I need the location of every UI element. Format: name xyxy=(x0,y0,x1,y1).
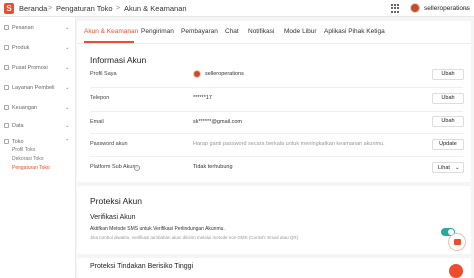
tab-chat[interactable]: Chat xyxy=(225,28,239,36)
sidebar-item-keuangan[interactable]: Keuangan ⌄ xyxy=(0,102,76,114)
row-label-password: Password akun xyxy=(90,141,128,147)
sidebar-item-label: Data xyxy=(12,123,24,129)
user-avatar[interactable] xyxy=(410,3,420,13)
tabs-divider xyxy=(77,43,471,44)
sidebar: Pesanan ⌄ Produk ⌄ Pusat Promosi ⌄ Layan… xyxy=(0,17,76,278)
row-value-sub-account: Tidak terhubung xyxy=(193,164,233,170)
chevron-down-icon: ⌄ xyxy=(65,123,70,129)
row-value-password-hint: Harap ganti password secara berkala untu… xyxy=(193,141,385,147)
row-value-email: sk******@gmail.com xyxy=(193,119,242,125)
sidebar-item-label: Produk xyxy=(12,45,30,51)
row-value-phone: ******17 xyxy=(193,95,212,101)
row-divider xyxy=(90,156,463,157)
data-icon xyxy=(4,123,9,128)
product-icon xyxy=(4,45,9,50)
sidebar-item-produk[interactable]: Produk ⌄ xyxy=(0,42,76,54)
edit-profile-button[interactable]: Ubah xyxy=(432,69,464,80)
sidebar-subitem-profil-toko[interactable]: Profil Toko xyxy=(12,147,35,154)
chevron-down-icon: ⌄ xyxy=(65,25,70,31)
customer-service-icon xyxy=(4,85,9,90)
sidebar-subitem-pengaturan-toko[interactable]: Pengaturan Toko xyxy=(12,165,50,172)
section-title-protection: Proteksi Akun xyxy=(90,196,142,206)
section-title-account-info: Informasi Akun xyxy=(90,55,147,65)
view-sub-account-label: Lihat xyxy=(438,165,450,171)
chat-icon xyxy=(454,239,461,245)
tab-notifikasi[interactable]: Notifikasi xyxy=(248,28,274,36)
row-value-profile: selleroperations xyxy=(205,71,244,77)
shop-icon xyxy=(4,139,9,144)
account-card: Akun & Keamanan Pengiriman Pembayaran Ch… xyxy=(77,21,471,182)
protection-card: Proteksi Akun Verifikasi Akun Aktifkan M… xyxy=(77,186,471,254)
sidebar-item-label: Pusat Promosi xyxy=(12,65,48,71)
chevron-up-icon: ⌃ xyxy=(65,139,70,145)
assistant-fab-button[interactable] xyxy=(449,264,463,278)
section-title-risk-protection: Proteksi Tindakan Berisiko Tinggi xyxy=(90,263,194,270)
chevron-down-icon: ⌄ xyxy=(455,165,460,171)
breadcrumb-shop-settings[interactable]: Pengaturan Toko xyxy=(56,4,113,13)
chevron-down-icon[interactable]: ⌄ xyxy=(463,4,469,13)
avatar xyxy=(193,70,201,78)
help-icon[interactable]: ? xyxy=(134,165,140,171)
update-password-button[interactable]: Update xyxy=(432,139,464,150)
view-sub-account-select[interactable]: Lihat ⌄ xyxy=(432,162,464,173)
row-divider xyxy=(90,111,463,112)
promotion-icon xyxy=(4,65,9,70)
chat-fab-button[interactable] xyxy=(448,233,466,251)
order-icon xyxy=(4,25,9,30)
row-label-profile: Profil Saya xyxy=(90,71,117,77)
sidebar-item-pusat-promosi[interactable]: Pusat Promosi ⌄ xyxy=(0,62,76,74)
row-divider xyxy=(90,87,463,88)
chevron-down-icon: ⌄ xyxy=(65,105,70,111)
breadcrumb-separator: > xyxy=(48,5,53,12)
sidebar-item-label: Pesanan xyxy=(12,25,34,31)
edit-phone-button[interactable]: Ubah xyxy=(432,93,464,104)
sidebar-item-layanan-pembeli[interactable]: Layanan Pembeli ⌄ xyxy=(0,82,76,94)
breadcrumb-separator: > xyxy=(116,5,121,12)
tab-aplikasi-pihak-ketiga[interactable]: Aplikasi Pihak Ketiga xyxy=(324,28,385,36)
row-label-phone: Telepon xyxy=(90,95,110,101)
verification-note: Jika tombol diwaktu, verifikasi tambahan… xyxy=(90,235,300,240)
tab-pembayaran[interactable]: Pembayaran xyxy=(181,28,218,36)
sidebar-item-label: Keuangan xyxy=(12,105,38,111)
risk-protection-card: Proteksi Tindakan Berisiko Tinggi xyxy=(77,258,471,278)
sidebar-item-pesanan[interactable]: Pesanan ⌄ xyxy=(0,22,76,34)
apps-grid-icon[interactable] xyxy=(391,4,400,13)
chevron-down-icon: ⌄ xyxy=(65,45,70,51)
sidebar-subitem-dekorasi-toko[interactable]: Dekorasi Toko xyxy=(12,156,44,163)
row-divider xyxy=(90,133,463,134)
breadcrumb-current: Akun & Keamanan xyxy=(124,4,187,13)
sidebar-item-label: Toko xyxy=(12,139,24,145)
row-label-sub-account: Platform Sub Akun xyxy=(90,164,136,170)
verification-description: Aktifkan Metode SMS untuk Verifikasi Per… xyxy=(90,226,225,232)
edit-email-button[interactable]: Ubah xyxy=(432,116,464,127)
top-bar: S Beranda > Pengaturan Toko > Akun & Kea… xyxy=(0,0,474,17)
chevron-down-icon: ⌄ xyxy=(65,85,70,91)
shopee-logo[interactable]: S xyxy=(4,3,14,14)
sidebar-item-data[interactable]: Data ⌄ xyxy=(0,120,76,132)
tab-akun-keamanan[interactable]: Akun & Keamanan xyxy=(84,28,138,36)
finance-icon xyxy=(4,105,9,110)
sidebar-item-label: Layanan Pembeli xyxy=(12,85,55,91)
tab-mode-libur[interactable]: Mode Libur xyxy=(284,28,317,36)
verification-subtitle: Verifikasi Akun xyxy=(90,214,136,221)
tab-pengiriman[interactable]: Pengiriman xyxy=(141,28,174,36)
row-label-email: Email xyxy=(90,119,104,125)
breadcrumb-home[interactable]: Beranda xyxy=(19,4,47,13)
chevron-down-icon: ⌄ xyxy=(65,65,70,71)
